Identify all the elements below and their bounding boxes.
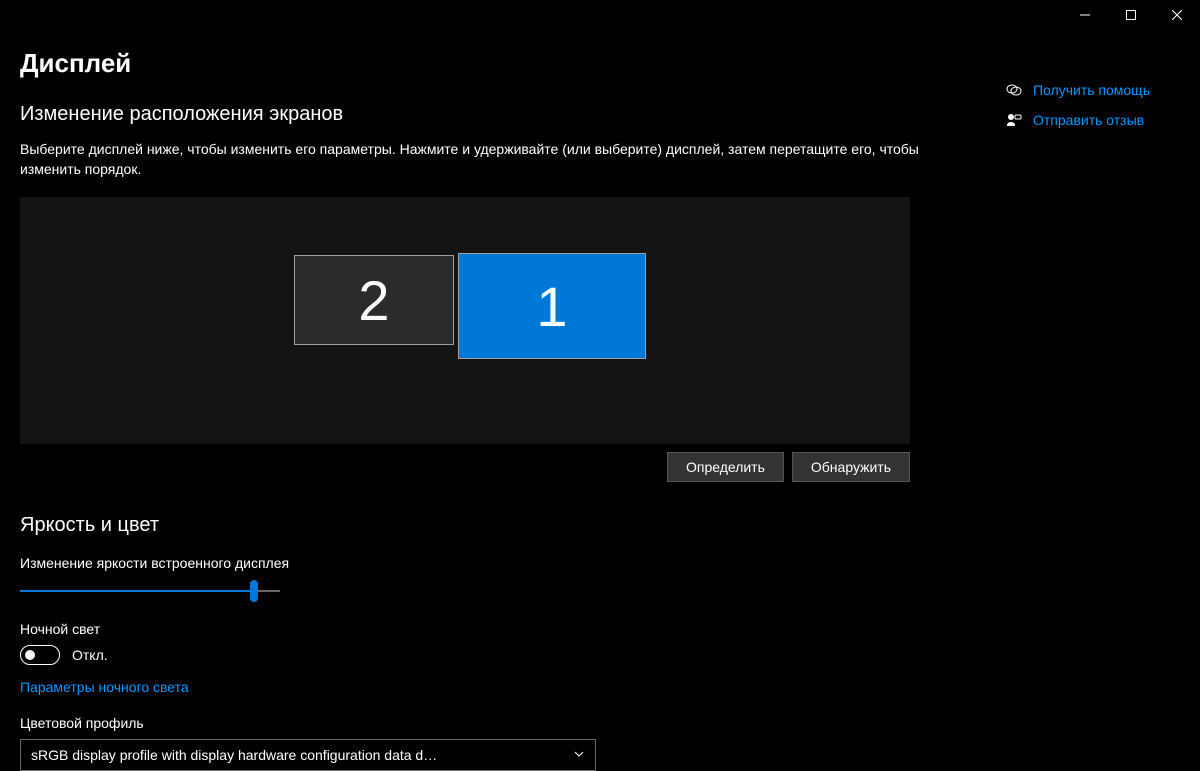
brightness-slider-label: Изменение яркости встроенного дисплея	[20, 555, 930, 571]
feedback-link[interactable]: Отправить отзыв	[1005, 112, 1150, 128]
feedback-link-label: Отправить отзыв	[1033, 112, 1144, 128]
brightness-slider[interactable]	[20, 579, 280, 603]
minimize-button[interactable]	[1062, 0, 1108, 30]
help-icon	[1005, 82, 1023, 98]
identify-button[interactable]: Определить	[667, 452, 784, 482]
color-profile-dropdown[interactable]: sRGB display profile with display hardwa…	[20, 739, 596, 771]
brightness-heading: Яркость и цвет	[20, 514, 930, 537]
arrange-heading: Изменение расположения экранов	[20, 103, 930, 126]
maximize-button[interactable]	[1108, 0, 1154, 30]
display-arrangement-area[interactable]: 2 1	[20, 197, 910, 444]
arrange-hint: Выберите дисплей ниже, чтобы изменить ег…	[20, 140, 930, 179]
help-link-label: Получить помощь	[1033, 82, 1150, 98]
night-light-label: Ночной свет	[20, 621, 930, 637]
monitor-2[interactable]: 2	[294, 255, 454, 345]
page-title: Дисплей	[20, 48, 1200, 79]
help-link[interactable]: Получить помощь	[1005, 82, 1150, 98]
color-profile-value: sRGB display profile with display hardwa…	[31, 747, 437, 763]
night-light-toggle[interactable]	[20, 645, 60, 665]
night-light-settings-link[interactable]: Параметры ночного света	[20, 679, 189, 695]
close-button[interactable]	[1154, 0, 1200, 30]
color-profile-label: Цветовой профиль	[20, 715, 930, 731]
chevron-down-icon	[573, 747, 585, 763]
feedback-icon	[1005, 112, 1023, 128]
monitor-1[interactable]: 1	[458, 253, 646, 359]
detect-button[interactable]: Обнаружить	[792, 452, 910, 482]
night-light-state: Откл.	[72, 647, 108, 663]
